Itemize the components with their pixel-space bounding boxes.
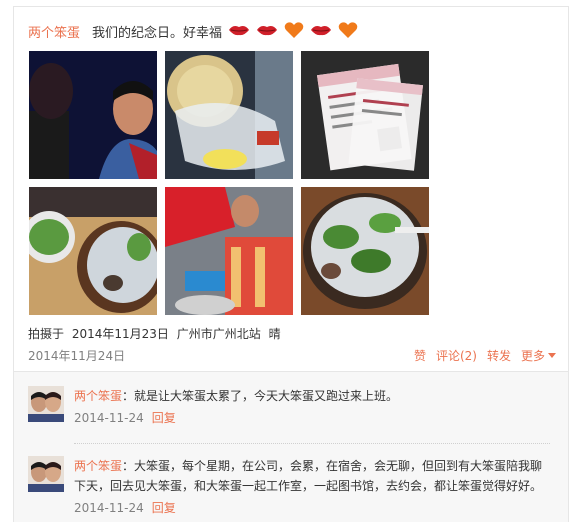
photo-selfie-couple[interactable] [29, 51, 157, 179]
photo-food-bag[interactable] [165, 51, 293, 179]
lips-icon [256, 23, 278, 40]
reply-button[interactable]: 回复 [152, 411, 176, 425]
photo-food-pot-closeup[interactable] [301, 187, 429, 315]
comment-text: ：大笨蛋，每个星期，在公司，会累，在宿舍，会无聊，但回到有大笨蛋陪我聊下天，回去… [74, 459, 543, 493]
photo-train-tickets[interactable] [301, 51, 429, 179]
photo-food-pot[interactable] [29, 187, 157, 315]
meta-prefix: 拍摄于 [28, 327, 65, 341]
comment-author-link[interactable]: 两个笨蛋 [74, 459, 122, 473]
comment-body: 两个笨蛋：就是让大笨蛋太累了，今天大笨蛋又跑过来上班。 2014-11-24 回复 [74, 386, 554, 428]
more-button[interactable]: 更多 [521, 347, 556, 364]
heart-icon [338, 21, 358, 42]
weibo-post-card: 两个笨蛋 我们的纪念日。好幸福 拍摄于 2014年11月23日 广州市广州北站 … [13, 6, 569, 522]
avatar[interactable] [28, 456, 64, 492]
post-date[interactable]: 2014年11月24日 [28, 347, 125, 364]
meta-weather: 晴 [268, 327, 281, 341]
meta-datetime: 2014年11月23日 [71, 327, 169, 341]
photo-meta: 拍摄于 2014年11月23日 广州市广州北站 晴 [28, 325, 281, 342]
comment-body: 两个笨蛋：大笨蛋，每个星期，在公司，会累，在宿舍，会无聊，但回到有大笨蛋陪我聊下… [74, 456, 554, 518]
comment-item: 两个笨蛋：就是让大笨蛋太累了，今天大笨蛋又跑过来上班。 2014-11-24 回复 [28, 386, 558, 436]
heart-icon [284, 21, 304, 42]
photo-eating-person[interactable] [165, 187, 293, 315]
lips-icon [310, 23, 332, 40]
comment-button[interactable]: 评论(2) [436, 347, 477, 364]
like-button[interactable]: 赞 [414, 347, 426, 364]
meta-location[interactable]: 广州市广州北站 [177, 327, 261, 341]
more-label: 更多 [520, 348, 545, 363]
comment-list: 两个笨蛋：就是让大笨蛋太累了，今天大笨蛋又跑过来上班。 2014-11-24 回复 [14, 372, 568, 522]
comment-item: 两个笨蛋：大笨蛋，每个星期，在公司，会累，在宿舍，会无聊，但回到有大笨蛋陪我聊下… [28, 456, 558, 522]
comment-author-link[interactable]: 两个笨蛋 [74, 389, 122, 403]
post-actions: 赞 评论(2) 转发 更多 [414, 347, 556, 364]
post-author-link[interactable]: 两个笨蛋 [28, 22, 80, 41]
lips-icon [228, 23, 250, 40]
avatar[interactable] [28, 386, 64, 422]
post-header: 两个笨蛋 我们的纪念日。好幸福 [28, 21, 358, 41]
repost-button[interactable]: 转发 [487, 347, 511, 364]
chevron-down-icon [548, 352, 556, 358]
post-footer: 2014年11月24日 赞 评论(2) 转发 更多 [28, 345, 556, 365]
reply-button[interactable]: 回复 [152, 501, 176, 515]
comment-date: 2014-11-24 [74, 501, 144, 515]
comment-date: 2014-11-24 [74, 411, 144, 425]
comment-divider [74, 443, 550, 444]
comment-text: ：就是让大笨蛋太累了，今天大笨蛋又跑过来上班。 [122, 389, 399, 403]
post-text: 我们的纪念日。好幸福 [92, 25, 223, 41]
